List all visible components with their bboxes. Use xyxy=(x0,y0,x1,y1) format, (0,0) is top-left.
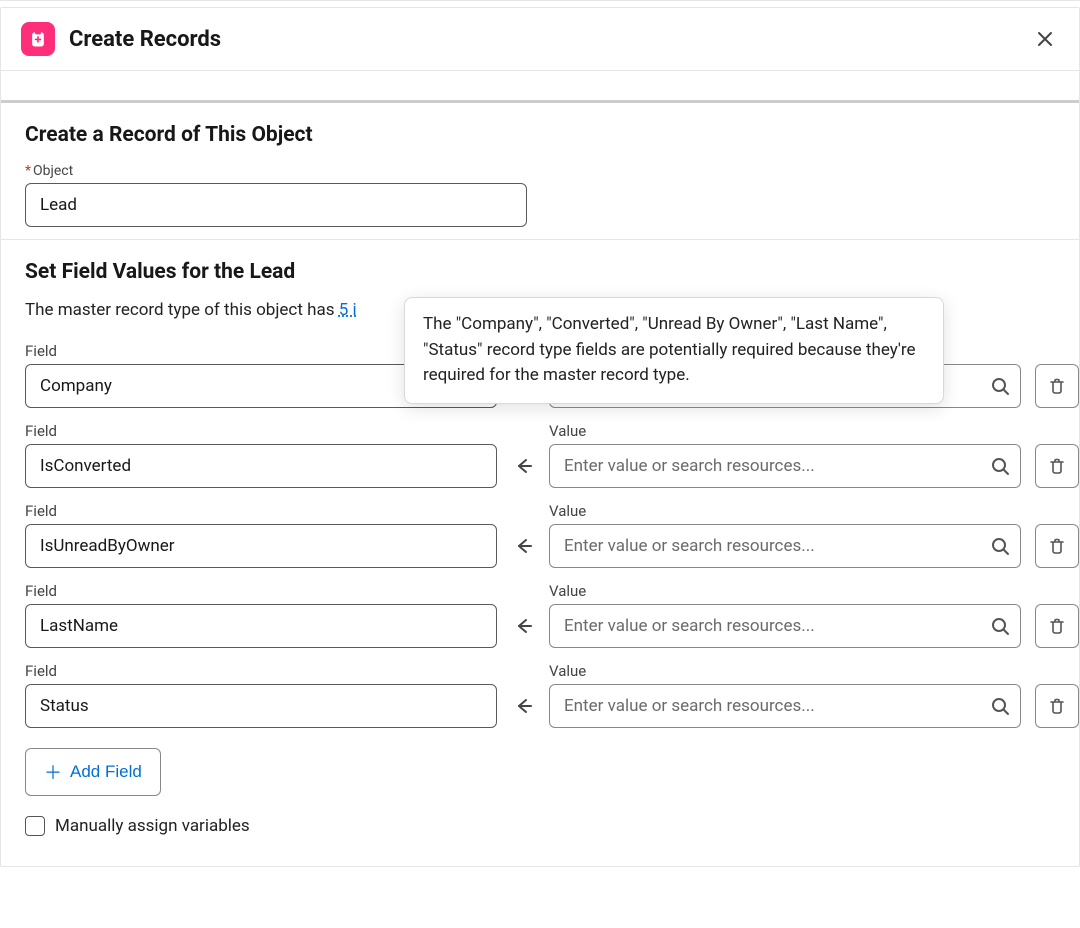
field-input-value: LastName xyxy=(40,616,118,636)
delete-column xyxy=(1035,684,1079,728)
assignment-arrow xyxy=(511,444,535,488)
value-label: Value xyxy=(549,582,1021,600)
arrow-left-icon xyxy=(512,615,534,637)
field-row: Field Status Value Enter value or search… xyxy=(25,662,1055,728)
value-column: Value Enter value or search resources... xyxy=(549,662,1021,728)
object-section-heading: Create a Record of This Object xyxy=(25,123,1055,147)
object-input-value: Lead xyxy=(40,195,77,215)
value-label: Value xyxy=(549,422,1021,440)
value-placeholder: Enter value or search resources... xyxy=(564,696,815,716)
value-column: Value Enter value or search resources... xyxy=(549,502,1021,568)
delete-column xyxy=(1035,444,1079,488)
delete-row-button[interactable] xyxy=(1035,604,1079,648)
panel-title: Create Records xyxy=(69,27,221,52)
trash-icon xyxy=(1048,377,1066,395)
arrow-left-icon xyxy=(512,695,534,717)
tooltip-text: The "Company", "Converted", "Unread By O… xyxy=(423,314,916,385)
delete-row-button[interactable] xyxy=(1035,444,1079,488)
assignment-arrow xyxy=(511,524,535,568)
field-input-value: Status xyxy=(40,696,89,716)
trash-icon xyxy=(1048,697,1066,715)
create-records-icon xyxy=(21,22,55,56)
value-placeholder: Enter value or search resources... xyxy=(564,536,815,556)
field-label: Field xyxy=(25,502,497,520)
manual-assign-row: Manually assign variables xyxy=(25,816,1055,836)
field-values-heading: Set Field Values for the Lead xyxy=(25,260,1055,284)
create-records-panel: Create Records Create a Record of This O… xyxy=(0,0,1080,928)
panel-header: Create Records xyxy=(1,8,1079,71)
delete-column xyxy=(1035,364,1079,408)
trash-icon xyxy=(1048,617,1066,635)
field-column: Field IsUnreadByOwner xyxy=(25,502,497,568)
add-field-button[interactable]: ＋ Add Field xyxy=(25,748,161,796)
required-marker: * xyxy=(25,163,31,179)
field-row: Field LastName Value Enter value or sear… xyxy=(25,582,1055,648)
value-placeholder: Enter value or search resources... xyxy=(564,616,815,636)
value-label: Value xyxy=(549,502,1021,520)
object-input[interactable]: Lead xyxy=(25,183,527,227)
field-input[interactable]: LastName xyxy=(25,604,497,648)
arrow-left-icon xyxy=(512,535,534,557)
delete-column xyxy=(1035,524,1079,568)
delete-row-button[interactable] xyxy=(1035,684,1079,728)
field-row: Field IsUnreadByOwner Value Enter value … xyxy=(25,502,1055,568)
field-label: Field xyxy=(25,422,497,440)
value-input[interactable]: Enter value or search resources... xyxy=(549,444,1021,488)
field-column: Field Status xyxy=(25,662,497,728)
search-icon xyxy=(990,536,1010,556)
required-fields-info-link[interactable]: 5 i xyxy=(339,300,357,320)
trash-icon xyxy=(1048,537,1066,555)
value-label: Value xyxy=(549,662,1021,680)
field-label: Field xyxy=(25,662,497,680)
field-label: Field xyxy=(25,582,497,600)
value-input[interactable]: Enter value or search resources... xyxy=(549,524,1021,568)
manual-assign-checkbox[interactable] xyxy=(25,816,45,836)
field-column: Field LastName xyxy=(25,582,497,648)
value-input[interactable]: Enter value or search resources... xyxy=(549,684,1021,728)
object-section: Create a Record of This Object *Object L… xyxy=(1,103,1079,240)
assignment-arrow xyxy=(511,604,535,648)
field-row: Field IsConverted Value Enter value or s… xyxy=(25,422,1055,488)
header-divider xyxy=(1,71,1079,103)
manual-assign-label: Manually assign variables xyxy=(55,816,250,836)
field-input-value: IsConverted xyxy=(40,456,131,476)
value-column: Value Enter value or search resources... xyxy=(549,422,1021,488)
add-field-label: Add Field xyxy=(70,762,142,782)
field-input[interactable]: Status xyxy=(25,684,497,728)
field-input-value: Company xyxy=(40,376,112,396)
arrow-left-icon xyxy=(512,455,534,477)
plus-icon: ＋ xyxy=(44,759,62,785)
search-icon xyxy=(990,696,1010,716)
search-icon xyxy=(990,376,1010,396)
field-input[interactable]: IsConverted xyxy=(25,444,497,488)
panel-container: Create Records Create a Record of This O… xyxy=(0,7,1080,867)
assignment-arrow xyxy=(511,684,535,728)
required-fields-tooltip: The "Company", "Converted", "Unread By O… xyxy=(404,297,944,404)
delete-column xyxy=(1035,604,1079,648)
value-placeholder: Enter value or search resources... xyxy=(564,456,815,476)
field-input-value: IsUnreadByOwner xyxy=(40,536,175,556)
value-column: Value Enter value or search resources... xyxy=(549,582,1021,648)
field-input[interactable]: IsUnreadByOwner xyxy=(25,524,497,568)
object-label: *Object xyxy=(25,163,1055,179)
close-button[interactable] xyxy=(1031,25,1059,53)
search-icon xyxy=(990,616,1010,636)
value-input[interactable]: Enter value or search resources... xyxy=(549,604,1021,648)
delete-row-button[interactable] xyxy=(1035,364,1079,408)
delete-row-button[interactable] xyxy=(1035,524,1079,568)
trash-icon xyxy=(1048,457,1066,475)
search-icon xyxy=(990,456,1010,476)
field-column: Field IsConverted xyxy=(25,422,497,488)
